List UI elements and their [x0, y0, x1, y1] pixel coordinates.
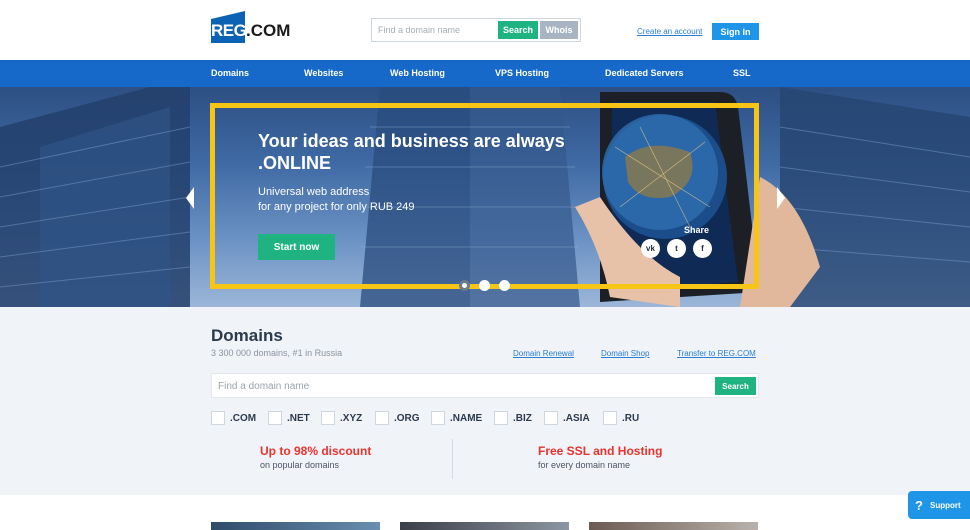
domains-section: Domains 3 300 000 domains, #1 in Russia …	[0, 307, 970, 495]
site-header: REG .COM Search Whois Create an account …	[0, 0, 970, 60]
tld-checkbox-asia[interactable]: .ASIA	[544, 411, 590, 425]
header-search-input[interactable]	[372, 19, 498, 41]
checkbox[interactable]	[375, 411, 389, 425]
checkbox[interactable]	[268, 411, 282, 425]
hero-carousel: Your ideas and business are always .ONLI…	[0, 87, 970, 307]
promo-ssl-subtitle: for every domain name	[538, 460, 631, 470]
promo-ssl-title[interactable]: Free SSL and Hosting	[538, 444, 662, 458]
tld-checkbox-org[interactable]: .ORG	[375, 411, 420, 425]
tld-checkbox-net[interactable]: .NET	[268, 411, 310, 425]
tld-checkbox-name[interactable]: .NAME	[431, 411, 482, 425]
nav-item-vps-hosting[interactable]: VPS Hosting	[495, 60, 549, 87]
domain-search-form: Search	[211, 373, 759, 398]
facebook-icon[interactable]: f	[693, 239, 712, 258]
logo-text: .COM	[246, 21, 291, 40]
teaser-image-2[interactable]	[400, 522, 569, 530]
domain-renewal-link[interactable]: Domain Renewal	[513, 349, 574, 358]
promo-divider	[452, 439, 453, 479]
nav-item-ssl[interactable]: SSL	[733, 60, 751, 87]
transfer-link[interactable]: Transfer to REG.COM	[677, 349, 756, 358]
promo-discount-title[interactable]: Up to 98% discount	[260, 444, 371, 458]
create-account-link[interactable]: Create an account	[637, 27, 702, 36]
tld-checkbox-xyz[interactable]: .XYZ	[321, 411, 362, 425]
tld-checkbox-ru[interactable]: .RU	[603, 411, 639, 425]
domain-shop-link[interactable]: Domain Shop	[601, 349, 649, 358]
whois-button[interactable]: Whois	[540, 21, 578, 39]
domain-search-input[interactable]	[218, 378, 698, 394]
hero-subtitle-line-1: Universal web address	[258, 186, 370, 198]
domains-title: Domains	[211, 326, 283, 345]
nav-item-dedicated-servers[interactable]: Dedicated Servers	[605, 60, 684, 87]
domains-subtitle: 3 300 000 domains, #1 in Russia	[211, 348, 343, 358]
carousel-next-arrow-icon[interactable]	[777, 187, 785, 209]
sign-in-button[interactable]: Sign In	[712, 23, 759, 40]
carousel-dot-1[interactable]	[459, 280, 470, 291]
checkbox[interactable]	[321, 411, 335, 425]
share-label: Share	[684, 225, 710, 235]
domain-search-button[interactable]: Search	[715, 377, 756, 395]
twitter-icon[interactable]: t	[667, 239, 686, 258]
checkbox[interactable]	[544, 411, 558, 425]
tld-checkbox-com[interactable]: .COM	[211, 411, 256, 425]
nav-item-websites[interactable]: Websites	[304, 60, 343, 87]
checkbox[interactable]	[494, 411, 508, 425]
teaser-image-3[interactable]	[589, 522, 758, 530]
main-nav: Domains Websites Web Hosting VPS Hosting…	[0, 60, 970, 87]
reg-logo[interactable]: REG .COM	[211, 11, 290, 43]
checkbox[interactable]	[603, 411, 617, 425]
carousel-prev-arrow-icon[interactable]	[186, 187, 194, 209]
tld-checkbox-biz[interactable]: .BIZ	[494, 411, 532, 425]
support-label: Support	[930, 500, 961, 510]
header-search-form: Search Whois	[371, 18, 581, 42]
carousel-dot-3[interactable]	[499, 280, 510, 291]
support-button[interactable]: ? Support	[908, 491, 970, 519]
nav-item-web-hosting[interactable]: Web Hosting	[390, 60, 445, 87]
carousel-dot-2[interactable]	[479, 280, 490, 291]
start-now-button[interactable]: Start now	[258, 234, 335, 260]
hero-subtitle-line-2: for any project for only RUB 249	[258, 201, 415, 213]
help-icon: ?	[915, 497, 923, 513]
logo-mark: REG	[211, 11, 247, 43]
checkbox[interactable]	[211, 411, 225, 425]
checkbox[interactable]	[431, 411, 445, 425]
header-search-button[interactable]: Search	[498, 21, 538, 39]
hero-subtitle: Universal web address for any project fo…	[258, 185, 498, 215]
vk-icon[interactable]: vk	[641, 239, 660, 258]
teaser-image-1[interactable]	[211, 522, 380, 530]
bottom-teasers	[0, 495, 970, 530]
hero-title: Your ideas and business are always .ONLI…	[258, 131, 565, 173]
nav-item-domains[interactable]: Domains	[211, 60, 249, 87]
promo-discount-subtitle: on popular domains	[260, 460, 340, 470]
